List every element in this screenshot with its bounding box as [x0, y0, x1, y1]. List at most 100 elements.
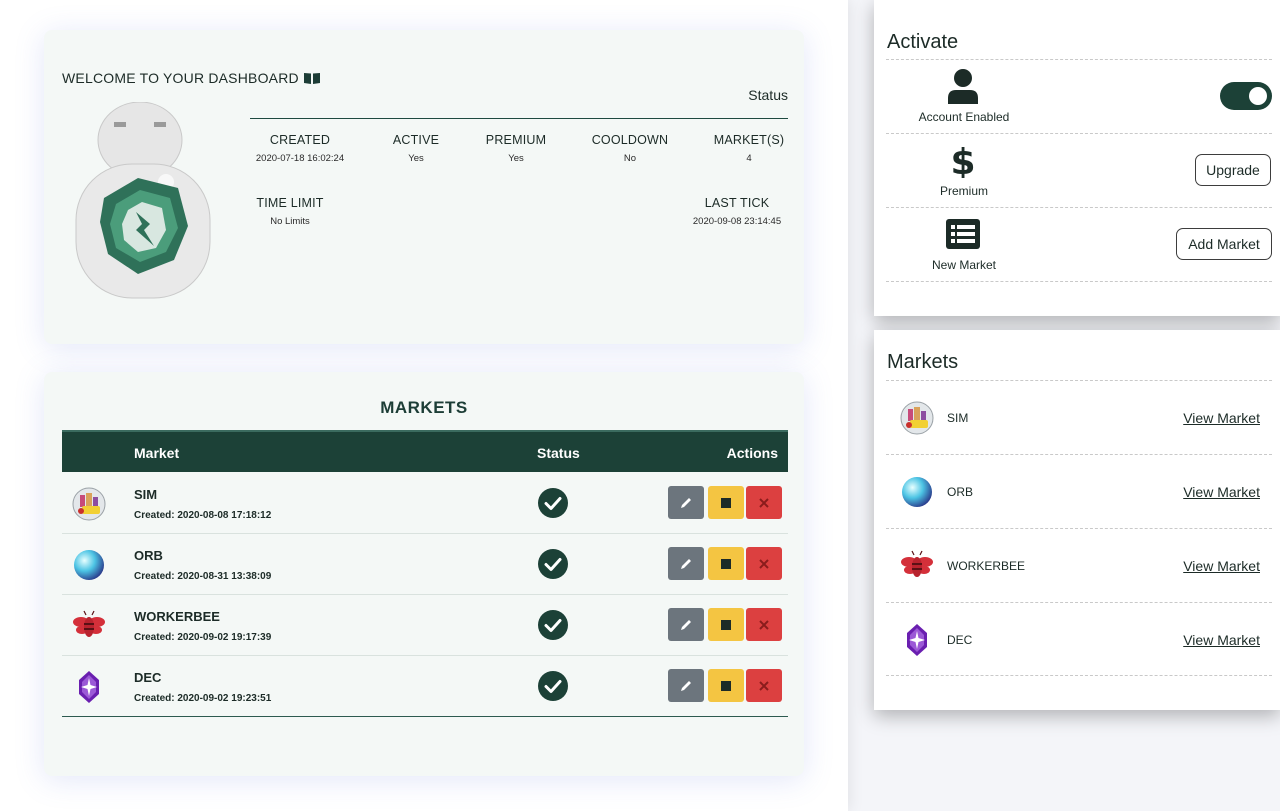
view-market-link[interactable]: View Market	[1183, 410, 1260, 426]
list-item: WORKERBEE View Market	[886, 529, 1272, 603]
market-name: WORKERBEE	[134, 609, 220, 624]
market-created: Created: 2020-08-31 13:38:09	[134, 571, 272, 582]
list-item: DEC View Market	[886, 603, 1272, 677]
stat-value: 2020-07-18 16:02:24	[255, 153, 345, 164]
crystal-icon	[79, 671, 99, 703]
orb-icon	[902, 477, 932, 507]
markets-title: MARKETS	[380, 398, 468, 417]
main-panel: WELCOME TO YOUR DASHBOARD Status CREATED…	[0, 0, 848, 811]
divider	[886, 675, 1272, 676]
stat-label: TIME LIMIT	[256, 196, 324, 210]
market-name: DEC	[134, 670, 162, 685]
market-name: DEC	[947, 633, 973, 647]
header-status: Status	[537, 445, 580, 461]
stop-icon	[721, 680, 731, 691]
stop-button[interactable]	[708, 547, 744, 580]
markets-panel-title: Markets	[887, 351, 959, 373]
stat-value: 4	[746, 153, 752, 164]
stat-label: LAST TICK	[704, 196, 770, 210]
delete-button[interactable]	[746, 669, 782, 702]
toggle-knob	[1249, 87, 1267, 105]
new-market-label: New Market	[931, 258, 996, 272]
market-created: Created: 2020-08-08 17:18:12	[134, 510, 272, 521]
header-market: Market	[134, 445, 180, 461]
divider	[886, 281, 1272, 282]
stat-label: PREMIUM	[485, 133, 547, 147]
market-created: Created: 2020-09-02 19:17:39	[134, 632, 272, 643]
stop-button[interactable]	[708, 486, 744, 519]
table-row: DEC Created: 2020-09-02 19:23:51	[62, 656, 788, 717]
delete-button[interactable]	[746, 608, 782, 641]
header-actions: Actions	[726, 445, 778, 461]
stop-icon	[721, 497, 731, 508]
edit-button[interactable]	[668, 547, 704, 580]
book-open-icon	[303, 73, 320, 84]
orb-icon	[74, 550, 104, 580]
view-market-link[interactable]: View Market	[1183, 632, 1260, 648]
crystal-icon	[907, 624, 927, 656]
list-item: ORB View Market	[886, 455, 1272, 529]
account-enabled-toggle[interactable]	[1220, 82, 1272, 110]
stat-value: No	[623, 153, 637, 164]
stat-cooldown: COOLDOWN No	[585, 133, 675, 164]
view-market-link[interactable]: View Market	[1183, 558, 1260, 574]
markets-panel: Markets SIM View Market ORB View Market	[874, 330, 1280, 710]
check-circle-icon	[538, 610, 568, 640]
market-name: SIM	[947, 411, 969, 425]
list-icon	[946, 219, 980, 249]
edit-button[interactable]	[668, 608, 704, 641]
stat-premium: PREMIUM Yes	[476, 133, 556, 164]
market-name: WORKERBEE	[947, 559, 1026, 573]
stat-time-limit: TIME LIMIT No Limits	[250, 196, 330, 227]
status-divider	[250, 118, 788, 119]
premium-label: Premium	[939, 184, 988, 198]
delete-button[interactable]	[746, 547, 782, 580]
stat-created: CREATED 2020-07-18 16:02:24	[250, 133, 350, 164]
user-icon	[948, 69, 978, 104]
account-enabled-item: Account Enabled	[886, 60, 1272, 134]
view-market-link[interactable]: View Market	[1183, 484, 1260, 500]
market-name: ORB	[947, 485, 974, 499]
stat-value: 2020-09-08 23:14:45	[692, 216, 782, 227]
status-title: Status	[748, 87, 788, 103]
edit-button[interactable]	[668, 486, 704, 519]
stop-icon	[721, 619, 731, 630]
delete-button[interactable]	[746, 486, 782, 519]
stat-active: ACTIVE Yes	[376, 133, 456, 164]
stat-value: No Limits	[270, 216, 310, 227]
pencil-icon	[681, 680, 691, 691]
table-row: ORB Created: 2020-08-31 13:38:09	[62, 534, 788, 595]
stat-label: MARKET(S)	[713, 133, 785, 147]
markets-card: MARKETS Market Status Actions SIM Create…	[44, 372, 804, 776]
stop-button[interactable]	[708, 608, 744, 641]
stop-button[interactable]	[708, 669, 744, 702]
sim-city-icon	[72, 487, 106, 521]
robot-avatar	[75, 102, 211, 299]
market-name: ORB	[134, 548, 163, 563]
upgrade-button[interactable]: Upgrade	[1195, 154, 1271, 186]
stat-last-tick: LAST TICK 2020-09-08 23:14:45	[684, 196, 790, 227]
pencil-icon	[681, 497, 691, 508]
pencil-icon	[681, 558, 691, 569]
edit-button[interactable]	[668, 669, 704, 702]
stat-markets: MARKET(S) 4	[704, 133, 794, 164]
new-market-item: New Market Add Market	[886, 208, 1272, 282]
table-row: WORKERBEE Created: 2020-09-02 19:17:39	[62, 595, 788, 656]
stat-value: Yes	[508, 153, 524, 164]
dollar-icon: $	[950, 142, 975, 178]
account-enabled-label: Account Enabled	[918, 110, 1010, 124]
bee-icon	[73, 610, 105, 637]
check-circle-icon	[538, 671, 568, 701]
premium-item: $ Premium Upgrade	[886, 134, 1272, 208]
market-created: Created: 2020-09-02 19:23:51	[134, 693, 272, 704]
svg-text:$: $	[950, 142, 975, 178]
check-circle-icon	[538, 549, 568, 579]
stop-icon	[721, 558, 731, 569]
market-name: SIM	[134, 487, 158, 502]
close-icon	[759, 680, 769, 691]
add-market-button[interactable]: Add Market	[1176, 228, 1272, 260]
welcome-heading: WELCOME TO YOUR DASHBOARD	[62, 70, 320, 86]
stat-label: ACTIVE	[392, 133, 440, 147]
check-circle-icon	[538, 488, 568, 518]
sim-city-icon	[900, 401, 934, 435]
